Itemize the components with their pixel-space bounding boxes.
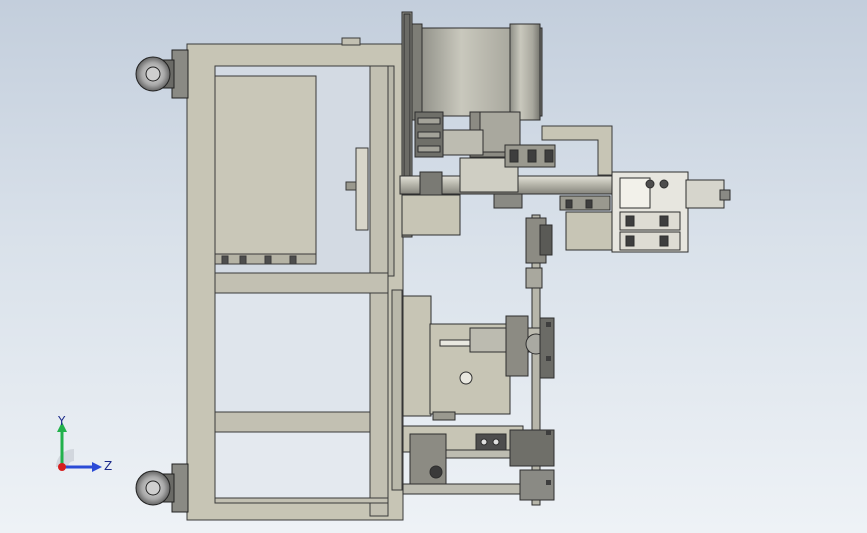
machine-assembly-model[interactable] — [0, 0, 867, 533]
cylinder-assembly[interactable] — [402, 295, 555, 421]
top-bracket — [341, 37, 361, 46]
y-axis-label: Y — [57, 414, 66, 428]
caster-bottom[interactable] — [135, 463, 189, 513]
cad-viewport[interactable]: Y Z — [0, 0, 867, 533]
caster-top[interactable] — [135, 49, 189, 99]
axis-triad: Y Z — [56, 414, 112, 473]
x-axis-dot — [58, 463, 66, 471]
z-axis-label: Z — [104, 459, 112, 473]
control-box[interactable] — [214, 75, 317, 265]
z-axis-arrow — [92, 462, 102, 472]
lower-drive[interactable] — [402, 425, 555, 501]
